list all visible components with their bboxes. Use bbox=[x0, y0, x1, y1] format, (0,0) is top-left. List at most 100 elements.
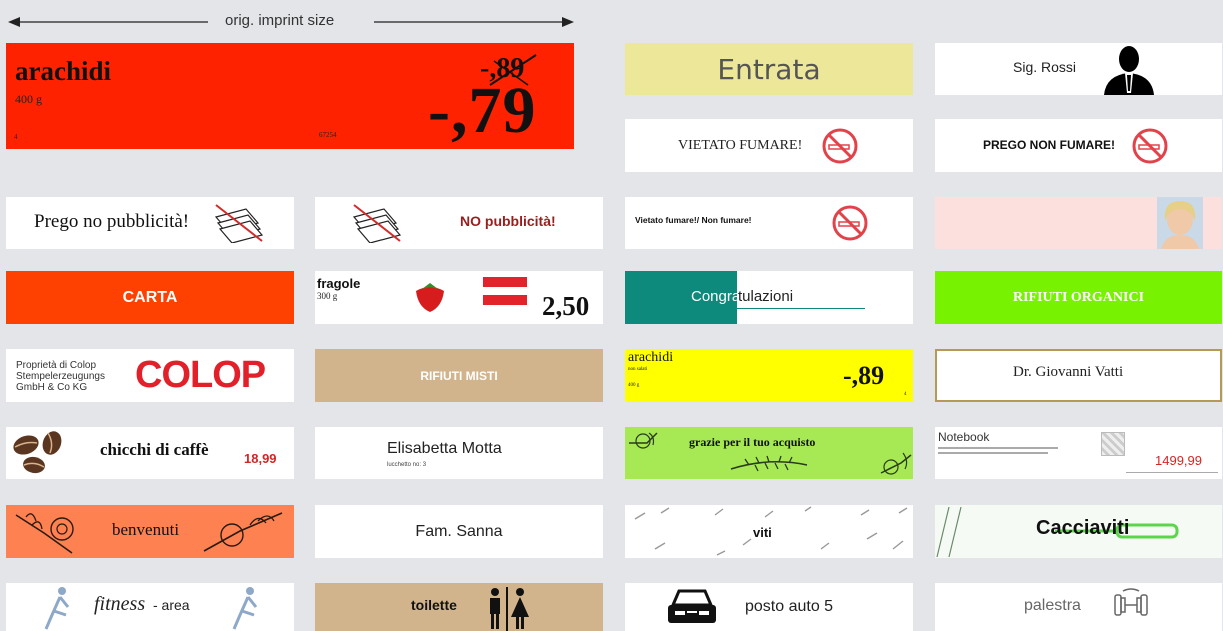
label-sig-rossi[interactable]: Sig. Rossi bbox=[935, 43, 1222, 95]
label-text: NO pubblicità! bbox=[460, 213, 556, 229]
label-colop[interactable]: Proprietà di Colop Stempelerzeugungs Gmb… bbox=[6, 349, 294, 402]
label-rifiuti-misti[interactable]: RIFIUTI MISTI bbox=[315, 349, 603, 402]
label-text-a: fitness bbox=[94, 593, 146, 615]
label-cacciaviti[interactable]: Cacciaviti bbox=[935, 505, 1222, 558]
colop-logo: COLOP bbox=[135, 354, 266, 396]
product-weight: 400 g bbox=[628, 383, 640, 388]
no-smoking-icon bbox=[1132, 128, 1168, 164]
label-text: Prego no pubblicità! bbox=[34, 211, 190, 232]
flower-icon bbox=[629, 432, 658, 449]
label-text: palestra bbox=[1024, 597, 1081, 614]
label-text-b: - area bbox=[153, 597, 190, 613]
label-elisabetta-motta[interactable]: Elisabetta Motta lucchetto no: 3 bbox=[315, 427, 603, 479]
red-bar-top bbox=[483, 277, 527, 287]
label-text: Cacciaviti bbox=[1036, 517, 1130, 539]
price: 2,50 bbox=[542, 291, 590, 321]
businessman-icon bbox=[1104, 46, 1154, 95]
label-toilette[interactable]: toilette bbox=[315, 583, 603, 631]
price: -,89 bbox=[843, 361, 885, 390]
label-notebook[interactable]: Notebook 1499,99 bbox=[935, 427, 1222, 479]
label-prego-non-fumare[interactable]: PREGO NON FUMARE! bbox=[935, 119, 1222, 172]
label-dr-vatti[interactable]: Dr. Giovanni Vatti bbox=[935, 349, 1222, 402]
label-text-b: tulazioni bbox=[738, 288, 794, 305]
imprint-size-label: orig. imprint size bbox=[225, 12, 335, 29]
label-text: PREGO NON FUMARE! bbox=[983, 138, 1115, 152]
red-bar-bottom bbox=[483, 295, 527, 305]
label-grazie[interactable]: grazie per il tuo acquisto bbox=[625, 427, 913, 479]
coffee-beans-icon bbox=[13, 431, 62, 474]
label-benvenuti[interactable]: benvenuti bbox=[6, 505, 294, 558]
flower-icon bbox=[15, 513, 74, 554]
label-text-a: Congra bbox=[691, 288, 741, 305]
label-text: VIETATO FUMARE! bbox=[678, 138, 803, 153]
label-number: 4 bbox=[14, 133, 18, 141]
product-name: fragole bbox=[317, 276, 361, 291]
strawberry-icon bbox=[416, 283, 444, 312]
spec-lines bbox=[938, 447, 1063, 454]
no-smoking-icon bbox=[832, 205, 868, 241]
product-title: Notebook bbox=[938, 430, 990, 444]
label-text: Proprietà di Colop Stempelerzeugungs Gmb… bbox=[16, 360, 105, 393]
underline bbox=[735, 308, 865, 309]
label-text: grazie per il tuo acquisto bbox=[689, 435, 816, 449]
label-fam-sanna[interactable]: Fam. Sanna bbox=[315, 505, 603, 558]
dumbbell-icon bbox=[1114, 588, 1148, 616]
label-arachidi-big[interactable]: arachidi 400 g -,89 -,79 4 67254 bbox=[6, 43, 574, 149]
label-text: CARTA bbox=[122, 288, 178, 306]
label-text: Elisabetta Motta bbox=[387, 440, 502, 457]
label-palestra[interactable]: palestra bbox=[935, 583, 1222, 631]
vine-ornament-icon bbox=[730, 455, 808, 472]
label-no-pubblicita[interactable]: NO pubblicità! bbox=[315, 197, 603, 249]
label-chicchi-caffe[interactable]: chicchi di caffè 18,99 bbox=[6, 427, 294, 479]
price: 18,99 bbox=[244, 451, 277, 466]
label-text: Dr. Giovanni Vatti bbox=[1013, 364, 1124, 380]
athlete-icon bbox=[232, 587, 258, 630]
qr-code bbox=[1101, 432, 1125, 456]
label-portrait[interactable] bbox=[935, 197, 1222, 249]
label-arachidi-small[interactable]: arachidi non salati 400 g -,89 4 bbox=[625, 349, 913, 402]
label-prego-no-pubblicita[interactable]: Prego no pubblicità! bbox=[6, 197, 294, 249]
label-carta[interactable]: CARTA bbox=[6, 271, 294, 324]
label-text: viti bbox=[753, 525, 772, 540]
label-text: chicchi di caffè bbox=[100, 440, 209, 459]
label-rifiuti-organici[interactable]: RIFIUTI ORGANICI bbox=[935, 271, 1222, 324]
product-name: arachidi bbox=[15, 56, 112, 86]
imprint-size-indicator: orig. imprint size bbox=[8, 10, 574, 34]
label-vietato-non-fumare[interactable]: Vietato fumare!/ Non fumare! bbox=[625, 197, 913, 249]
label-text: toilette bbox=[411, 597, 457, 613]
product-sub: non salati bbox=[628, 367, 648, 372]
no-newspapers-icon bbox=[214, 204, 264, 243]
label-text: Vietato fumare!/ Non fumare! bbox=[635, 215, 752, 225]
label-text: benvenuti bbox=[112, 520, 180, 539]
product-weight: 300 g bbox=[317, 291, 338, 301]
toilet-icon bbox=[490, 587, 529, 631]
label-sub: lucchetto no: 3 bbox=[387, 462, 427, 468]
price-note-line bbox=[1126, 472, 1218, 473]
label-fitness[interactable]: fitness - area bbox=[6, 583, 294, 631]
label-fragole[interactable]: fragole 300 g 2,50 bbox=[315, 271, 603, 324]
label-vietato-fumare[interactable]: VIETATO FUMARE! bbox=[625, 119, 913, 172]
label-entrata[interactable]: Entrata bbox=[625, 43, 913, 95]
label-text: posto auto 5 bbox=[745, 598, 834, 615]
label-text: Fam. Sanna bbox=[415, 522, 503, 540]
label-number: 4 bbox=[904, 392, 907, 397]
flower-icon bbox=[203, 512, 283, 552]
label-posto-auto[interactable]: posto auto 5 bbox=[625, 583, 913, 631]
product-name: arachidi bbox=[628, 350, 674, 365]
label-text: RIFIUTI MISTI bbox=[420, 368, 498, 383]
label-text: RIFIUTI ORGANICI bbox=[1012, 289, 1145, 305]
flower-icon bbox=[880, 452, 912, 475]
price: -,79 bbox=[428, 74, 537, 147]
product-weight: 400 g bbox=[15, 92, 42, 106]
product-code: 67254 bbox=[319, 131, 337, 139]
athlete-icon bbox=[44, 587, 70, 630]
label-congratulazioni[interactable]: Congra tulazioni bbox=[625, 271, 913, 324]
price: 1499,99 bbox=[1155, 453, 1202, 468]
label-text: Sig. Rossi bbox=[1013, 59, 1077, 75]
label-text: Entrata bbox=[717, 52, 821, 86]
woman-portrait-icon bbox=[1157, 197, 1203, 249]
no-smoking-icon bbox=[822, 128, 858, 164]
label-viti[interactable]: viti bbox=[625, 505, 913, 558]
no-newspapers-icon bbox=[352, 204, 402, 243]
car-icon bbox=[668, 589, 716, 623]
